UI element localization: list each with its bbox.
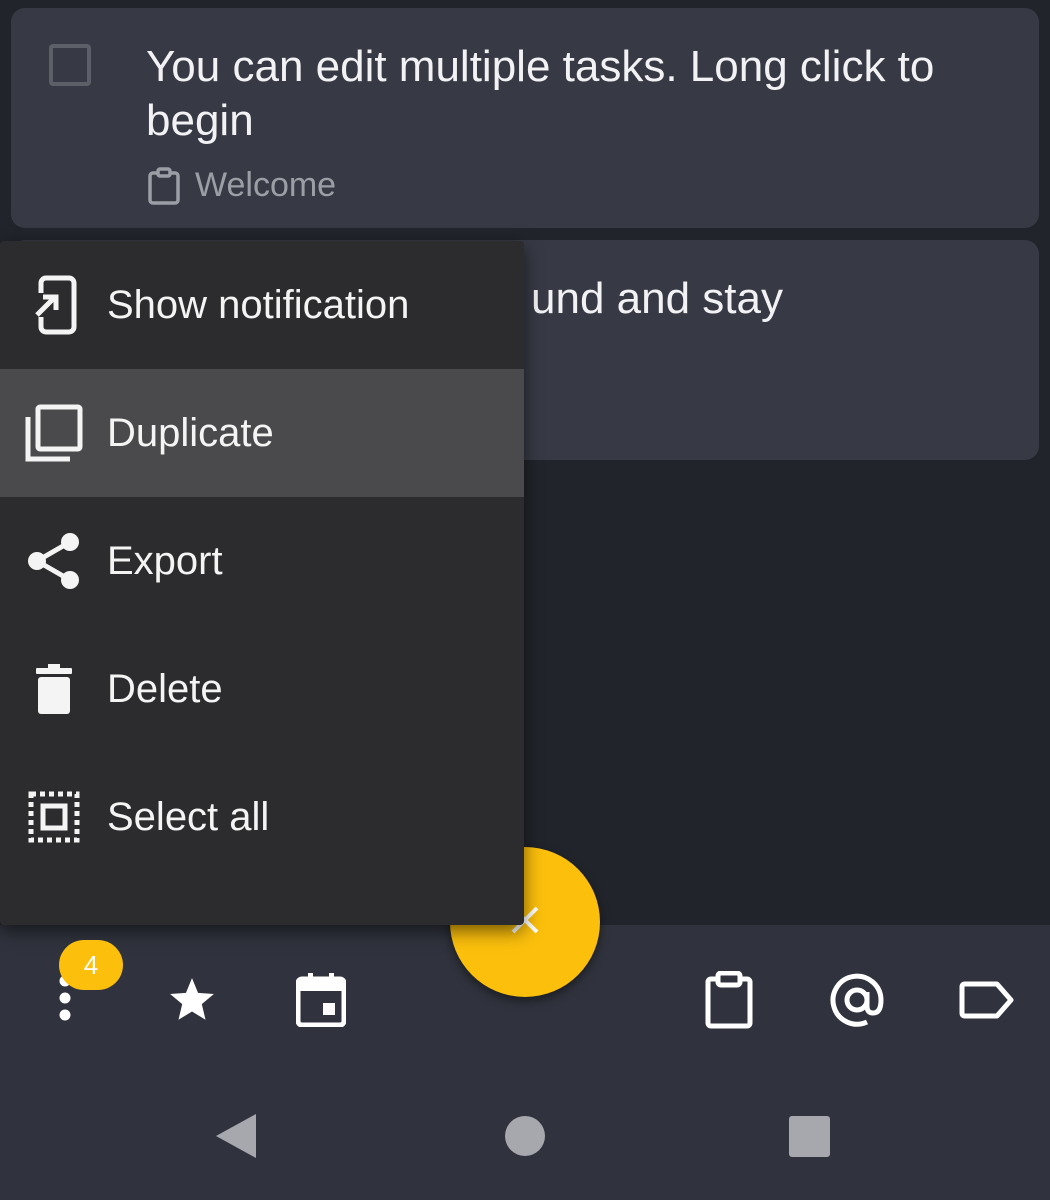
nav-recents-button[interactable] — [789, 1116, 830, 1157]
notification-icon — [24, 275, 84, 335]
share-icon — [24, 531, 84, 591]
task-list-name: Welcome — [195, 166, 337, 204]
select-all-icon — [24, 787, 84, 847]
list-icon — [148, 166, 180, 205]
task-title: und and stay — [531, 272, 1011, 326]
menu-item-show-notification[interactable]: Show notification — [0, 241, 524, 369]
nav-home-button[interactable] — [504, 1115, 546, 1157]
menu-item-select-all[interactable]: Select all — [0, 753, 524, 881]
menu-item-export[interactable]: Export — [0, 497, 524, 625]
recents-icon — [789, 1116, 830, 1157]
menu-item-label: Delete — [107, 666, 223, 711]
home-icon — [505, 1116, 545, 1156]
back-icon — [216, 1114, 256, 1158]
menu-item-duplicate[interactable]: Duplicate — [0, 369, 524, 497]
overflow-menu: Show notification Duplicate Export Delet… — [0, 241, 524, 925]
trash-icon — [24, 659, 84, 719]
nav-back-button[interactable] — [214, 1112, 258, 1160]
task-list-chip[interactable]: Welcome — [147, 166, 336, 205]
label-icon[interactable] — [952, 965, 1022, 1035]
calendar-icon[interactable] — [286, 965, 356, 1035]
task-title: You can edit multiple tasks. Long click … — [146, 42, 935, 145]
clipboard-icon[interactable] — [694, 965, 764, 1035]
menu-item-delete[interactable]: Delete — [0, 625, 524, 753]
menu-item-label: Export — [107, 538, 223, 583]
star-icon[interactable] — [157, 965, 227, 1035]
screen: You can edit multiple tasks. Long click … — [0, 0, 1050, 1200]
menu-item-label: Select all — [107, 794, 270, 839]
task-checkbox[interactable] — [49, 44, 91, 86]
selection-count-badge: 4 — [59, 940, 123, 990]
duplicate-icon — [24, 403, 84, 463]
task-card[interactable]: You can edit multiple tasks. Long click … — [11, 8, 1039, 228]
at-icon[interactable] — [822, 965, 892, 1035]
menu-item-label: Show notification — [107, 282, 410, 327]
task-title-text: und and stay — [531, 274, 783, 323]
menu-item-label: Duplicate — [107, 410, 274, 455]
